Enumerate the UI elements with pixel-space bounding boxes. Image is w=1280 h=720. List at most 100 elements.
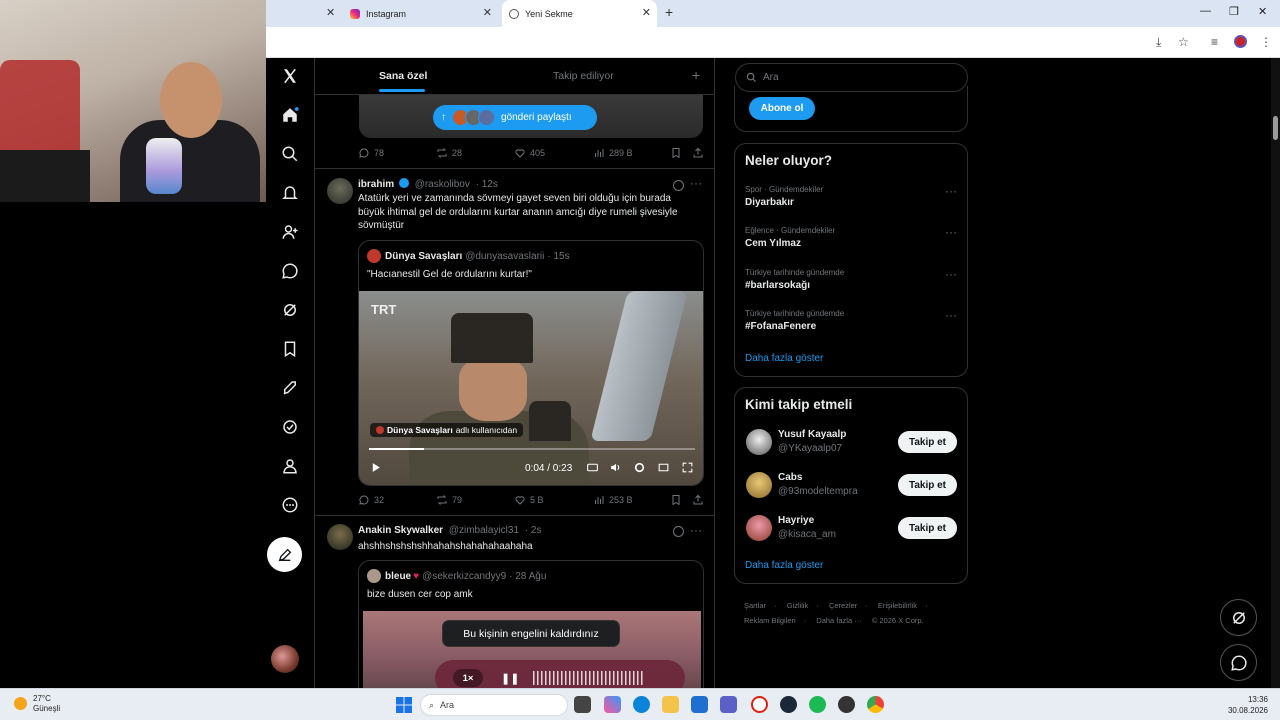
footer-link[interactable]: Şartlar <box>744 601 766 610</box>
avatar[interactable] <box>746 515 772 541</box>
video-source-byline[interactable]: Dünya Savaşları adlı kullanıcıdan <box>370 423 524 437</box>
suggested-user-handle[interactable]: @kisaca_am <box>778 529 836 540</box>
suggested-user-handle[interactable]: @YKayaalp07 <box>778 443 842 454</box>
reply-button[interactable]: 32 <box>358 494 384 506</box>
more-options-icon[interactable]: ··· <box>690 176 702 190</box>
pip-icon[interactable] <box>657 461 670 477</box>
x-logo-icon[interactable] <box>275 61 305 91</box>
settings-icon[interactable] <box>633 461 646 477</box>
account-avatar[interactable] <box>271 645 299 673</box>
page-scrollbar[interactable] <box>1271 58 1280 688</box>
suggested-user-name[interactable]: Yusuf Kayaalp <box>778 429 846 440</box>
scrollbar-thumb[interactable] <box>1273 116 1278 140</box>
author-handle[interactable]: @zimbalayicl31 <box>449 525 519 536</box>
avatar[interactable] <box>327 524 353 550</box>
captions-icon[interactable] <box>586 461 599 477</box>
volume-icon[interactable] <box>609 461 622 477</box>
avatar[interactable] <box>746 429 772 455</box>
teams-icon[interactable] <box>720 696 737 713</box>
views-button[interactable]: 253 B <box>593 494 633 506</box>
more-options-icon[interactable]: ··· <box>945 267 957 281</box>
repost-button[interactable]: 79 <box>436 494 462 506</box>
quoted-post[interactable]: Dünya Savaşları @dunyasavaslarii · 15s "… <box>358 240 704 486</box>
like-button[interactable]: 405 <box>514 147 545 159</box>
browser-profile-avatar[interactable] <box>1234 35 1247 48</box>
footer-link[interactable]: Erişilebilirlik <box>878 601 917 610</box>
new-posts-pill[interactable]: ↑ gönderi paylaştı <box>433 105 597 130</box>
more-options-icon[interactable]: ··· <box>945 308 957 322</box>
bookmark-icon[interactable] <box>275 334 305 364</box>
tab-instagram[interactable]: Instagram ✕ <box>343 0 498 27</box>
post-time[interactable]: · 12s <box>476 179 498 190</box>
suggested-user-name[interactable]: Hayriye <box>778 515 814 526</box>
avatar[interactable] <box>746 472 772 498</box>
minimize-icon[interactable]: — <box>1200 5 1211 17</box>
audio-player[interactable]: 1× ❚❚ <box>435 660 685 688</box>
bell-icon[interactable] <box>275 178 305 208</box>
system-clock[interactable]: 13:36 30.08.2026 <box>1218 694 1268 716</box>
more-options-icon[interactable]: ··· <box>690 523 702 537</box>
tab-new[interactable]: Yeni Sekme ✕ <box>502 0 657 27</box>
who-to-follow-show-more-link[interactable]: Daha fazla göster <box>745 560 823 571</box>
add-user-icon[interactable] <box>275 217 305 247</box>
compose-button[interactable] <box>267 537 302 572</box>
file-explorer-icon[interactable] <box>662 696 679 713</box>
footer-link[interactable]: Çerezler <box>829 601 857 610</box>
tab-for-you[interactable]: Sana özel <box>379 70 427 92</box>
suggested-user-handle[interactable]: @93modeltempra <box>778 486 858 497</box>
grok-icon[interactable] <box>275 295 305 325</box>
author-name[interactable]: ibrahim <box>358 179 394 190</box>
rocket-icon[interactable] <box>275 373 305 403</box>
follow-button[interactable]: Takip et <box>898 517 957 539</box>
more-options-icon[interactable]: ··· <box>945 225 957 239</box>
tab-previous[interactable]: ✕ <box>268 0 342 27</box>
browser-menu-icon[interactable]: ⋮ <box>1260 35 1272 49</box>
share-button[interactable] <box>692 494 704 506</box>
waveform[interactable] <box>533 671 644 685</box>
trends-show-more-link[interactable]: Daha fazla göster <box>745 353 823 364</box>
edge-icon[interactable] <box>633 696 650 713</box>
star-icon[interactable]: ☆ <box>1178 35 1189 49</box>
reply-button[interactable]: 78 <box>358 147 384 159</box>
task-view-icon[interactable] <box>574 696 591 713</box>
home-icon[interactable] <box>275 100 305 130</box>
messages-fab-button[interactable] <box>1220 644 1257 681</box>
play-button[interactable] <box>369 461 382 477</box>
message-icon[interactable] <box>275 256 305 286</box>
weather-widget[interactable]: 27°C Güneşli <box>14 694 60 714</box>
avatar[interactable] <box>327 178 353 204</box>
add-tab-icon[interactable]: + <box>692 67 700 83</box>
footer-link[interactable]: Gizlilik <box>787 601 809 610</box>
views-button[interactable]: 289 B <box>593 147 633 159</box>
window-close-icon[interactable]: ✕ <box>1258 5 1267 18</box>
follow-button[interactable]: Takip et <box>898 474 957 496</box>
follow-button[interactable]: Takip et <box>898 431 957 453</box>
windows-start-icon[interactable] <box>396 697 412 713</box>
close-tab-icon[interactable]: ✕ <box>642 6 651 19</box>
footer-link[interactable]: Reklam Bilgileri <box>744 616 796 625</box>
video-player[interactable]: TRT Dünya Savaşları adlı kullanıcıdan 0:… <box>359 291 703 485</box>
install-icon[interactable]: ⤓ <box>1156 35 1161 50</box>
suggested-user-name[interactable]: Cabs <box>778 472 802 483</box>
author-name[interactable]: Anakin Skywalker <box>358 525 443 536</box>
profile-icon[interactable] <box>275 451 305 481</box>
grok-fab-button[interactable] <box>1220 599 1257 636</box>
video-progress-bar[interactable] <box>369 448 695 450</box>
fullscreen-icon[interactable] <box>681 461 694 477</box>
more-options-icon[interactable]: ··· <box>945 184 957 198</box>
grok-explain-icon[interactable] <box>673 180 684 191</box>
playback-speed-button[interactable]: 1× <box>453 669 483 687</box>
app-icon[interactable] <box>838 696 855 713</box>
author-handle[interactable]: @raskolibov <box>415 179 470 190</box>
share-button[interactable] <box>692 147 704 159</box>
chrome-icon[interactable] <box>867 696 884 713</box>
close-tab-icon[interactable]: ✕ <box>483 6 492 19</box>
post-time[interactable]: · 2s <box>525 525 542 536</box>
verified-icon[interactable] <box>275 412 305 442</box>
spotify-icon[interactable] <box>809 696 826 713</box>
taskbar-search[interactable]: ⌕ Ara <box>420 694 568 716</box>
search-icon[interactable] <box>275 139 305 169</box>
close-tab-icon[interactable]: ✕ <box>326 6 336 19</box>
more-icon[interactable] <box>275 490 305 520</box>
outlook-icon[interactable] <box>691 696 708 713</box>
